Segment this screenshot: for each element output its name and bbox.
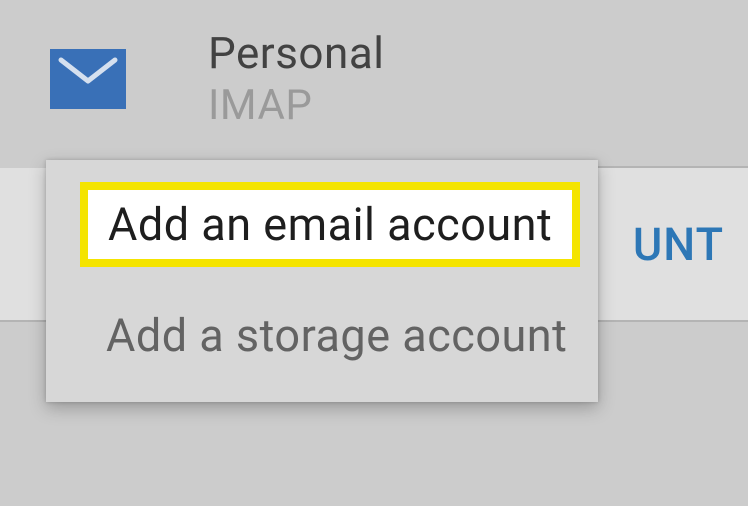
add-account-popup: Add an email account Add a storage accou… bbox=[46, 160, 598, 402]
menu-item-add-storage[interactable]: Add a storage account bbox=[46, 309, 598, 362]
account-row[interactable]: Personal IMAP bbox=[0, 0, 748, 150]
account-type: IMAP bbox=[208, 81, 384, 130]
add-account-button[interactable]: UNT bbox=[633, 218, 724, 271]
account-text: Personal IMAP bbox=[208, 28, 384, 130]
account-name: Personal bbox=[208, 28, 384, 79]
menu-item-add-email[interactable]: Add an email account bbox=[80, 182, 580, 267]
mail-icon bbox=[50, 49, 126, 109]
